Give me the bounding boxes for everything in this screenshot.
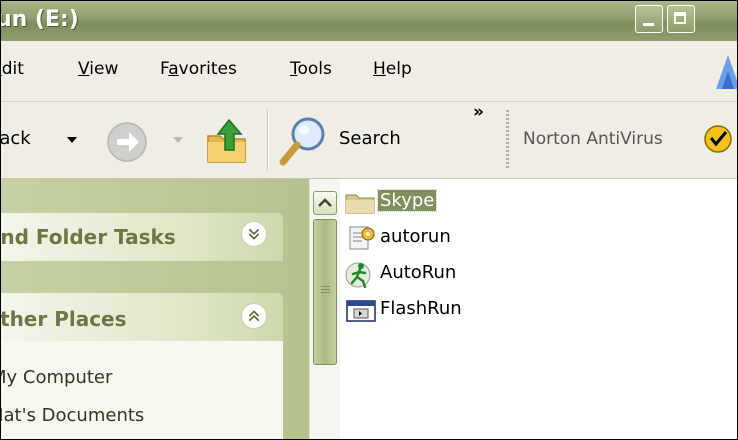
norton-antivirus-icon[interactable]: [703, 124, 733, 154]
standard-toolbar: Back Search » Norton AntiVirus: [1, 102, 737, 179]
explorer-window: Run (E:) Edit View Favorites Tools Help …: [0, 0, 738, 440]
task-pane: File and Folder Tasks Other Places My Co…: [1, 179, 309, 439]
menu-tools[interactable]: Tools: [290, 59, 332, 79]
minimize-button[interactable]: [635, 5, 663, 33]
menu-favorites[interactable]: Favorites: [160, 59, 237, 79]
other-places-title: Other Places: [0, 307, 127, 331]
maximize-button[interactable]: [667, 5, 695, 33]
place-my-documents[interactable]: Mat's Documents: [1, 405, 144, 426]
access-key-underline: E: [1, 59, 2, 79]
expand-chevron-icon[interactable]: [241, 221, 267, 247]
other-places-header[interactable]: Other Places: [1, 293, 283, 341]
chevron-up-icon: [318, 198, 332, 207]
search-icon[interactable]: [277, 112, 331, 168]
menu-edit[interactable]: Edit: [1, 59, 24, 79]
access-key-underline: T: [290, 59, 298, 79]
menu-help[interactable]: Help: [373, 59, 412, 79]
file-name: FlashRun: [380, 298, 462, 319]
task-pane-scrollbar[interactable]: [309, 179, 340, 439]
menu-bar: Edit View Favorites Tools Help: [1, 41, 737, 102]
access-key-underline: H: [373, 59, 386, 79]
flash-app-icon: [346, 300, 376, 322]
scroll-up-button[interactable]: [313, 191, 337, 215]
toolbar-grip[interactable]: [506, 110, 509, 170]
file-name: AutoRun: [380, 262, 457, 283]
file-name: Skype: [376, 189, 438, 212]
toolbar-separator: [267, 110, 268, 170]
menu-view[interactable]: View: [78, 59, 118, 79]
folder-up-icon[interactable]: [205, 114, 251, 166]
file-folder-tasks-title: File and Folder Tasks: [0, 225, 176, 249]
scroll-thumb[interactable]: [313, 219, 337, 365]
file-folder-tasks-header[interactable]: File and Folder Tasks: [1, 213, 283, 261]
back-button[interactable]: Back: [1, 128, 31, 149]
place-my-computer[interactable]: My Computer: [1, 367, 112, 388]
title-bar[interactable]: Run (E:): [1, 1, 737, 41]
other-places-list: My Computer Mat's Documents: [1, 341, 283, 439]
search-button[interactable]: Search: [339, 128, 401, 149]
collapse-chevron-icon[interactable]: [241, 303, 267, 329]
norton-antivirus-label[interactable]: Norton AntiVirus: [523, 129, 663, 149]
scroll-thumb-grip: [321, 286, 330, 295]
windows-logo-icon: [716, 55, 737, 89]
file-list: Skype autorun AutoRun FlashRun: [340, 179, 737, 439]
access-key-underline: a: [168, 59, 179, 79]
folder-icon: [345, 194, 375, 214]
access-key-underline: V: [78, 59, 90, 79]
forward-arrow-icon[interactable]: [105, 120, 151, 164]
forward-history-dropdown-icon[interactable]: [173, 137, 183, 143]
running-man-icon: [345, 262, 371, 289]
file-name: autorun: [380, 226, 451, 247]
autorun-inf-icon: [349, 226, 375, 250]
toolbar-overflow-chevron[interactable]: »: [473, 102, 484, 122]
back-history-dropdown-icon[interactable]: [67, 137, 77, 143]
window-title: Run (E:): [1, 7, 79, 32]
